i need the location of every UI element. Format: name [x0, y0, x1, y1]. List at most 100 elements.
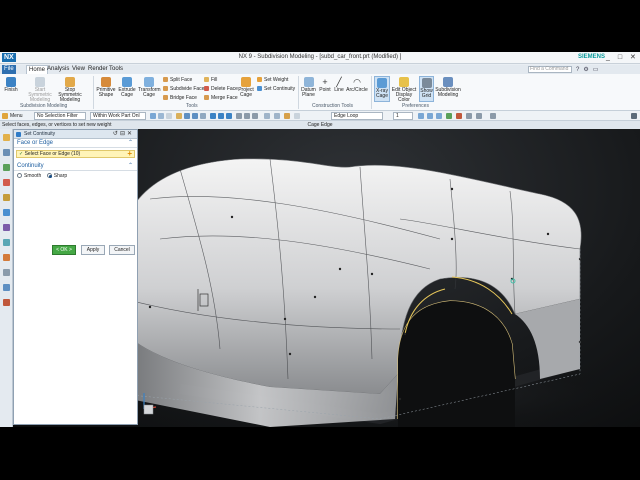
- render-style-icon[interactable]: [274, 113, 280, 119]
- undo-icon[interactable]: [456, 113, 462, 119]
- command-finder-input[interactable]: Find a Command: [528, 66, 572, 73]
- work-layer-icon[interactable]: [284, 113, 290, 119]
- toolbar-options-icon[interactable]: [631, 113, 637, 119]
- process-studio-icon[interactable]: [3, 239, 10, 246]
- tab-tools[interactable]: Tools: [107, 65, 125, 74]
- x-ray-cage-toggle[interactable]: X-ray Cage: [374, 76, 390, 102]
- set-weight-button[interactable]: Set Weight: [257, 77, 288, 83]
- dialog-close-icon[interactable]: ✕: [127, 131, 134, 137]
- face-icon[interactable]: [226, 113, 232, 119]
- cancel-button[interactable]: Cancel: [109, 245, 135, 255]
- cage-selection-dropdown[interactable]: Edge Loop: [331, 112, 383, 120]
- select-all-icon[interactable]: [158, 113, 164, 119]
- reuse-library-icon[interactable]: [3, 194, 10, 201]
- measure-icon[interactable]: [466, 113, 472, 119]
- quick-access-icons[interactable]: ?⚙▭: [576, 66, 602, 73]
- collapse-icon[interactable]: ⊟: [120, 131, 127, 137]
- add-selection-icon[interactable]: +: [127, 150, 132, 158]
- show-hide-icon[interactable]: [418, 113, 424, 119]
- start-symmetric-modeling-button[interactable]: Start Symmetric Modeling: [26, 77, 54, 103]
- tab-analysis[interactable]: Analysis: [45, 65, 71, 74]
- vertex-icon[interactable]: [210, 113, 216, 119]
- menu-icon[interactable]: [2, 113, 8, 119]
- subdivision-modeling-preferences-button[interactable]: Subdivision Modeling: [434, 77, 462, 98]
- dialog-controls[interactable]: ↺⊟✕: [113, 130, 134, 139]
- edit-object-display-color-button[interactable]: Edit Object Display Color: [390, 77, 418, 103]
- settings-icon[interactable]: ⚙: [583, 67, 592, 73]
- assembly-icon[interactable]: [3, 149, 10, 156]
- show-grid-toggle[interactable]: Show Grid: [419, 76, 434, 102]
- primitive-shape-button[interactable]: Primitive Shape: [96, 77, 116, 98]
- continuity-section-header[interactable]: Continuity ⌃: [14, 162, 137, 171]
- tab-view[interactable]: View: [70, 65, 87, 74]
- count-dropdown[interactable]: 1: [393, 112, 413, 120]
- snap-icon[interactable]: [176, 113, 182, 119]
- navigator-icon[interactable]: [3, 134, 10, 141]
- analysis-icon[interactable]: [476, 113, 482, 119]
- finish-button[interactable]: Finish: [3, 77, 19, 93]
- window-controls[interactable]: _ □ ✕: [606, 53, 639, 61]
- letterbox-top: [0, 0, 640, 52]
- x-ray-cage-icon: [377, 78, 387, 88]
- minimize-button[interactable]: _: [606, 54, 613, 61]
- face-or-edge-section-header[interactable]: Face or Edge ⌃: [14, 139, 137, 148]
- line-button[interactable]: ╱ Line: [333, 77, 345, 93]
- subdivision-preferences-icon: [443, 77, 453, 87]
- edge-icon[interactable]: [218, 113, 224, 119]
- transform-cage-button[interactable]: Transform Cage: [138, 77, 161, 98]
- roles-icon[interactable]: [3, 254, 10, 261]
- bridge-face-button[interactable]: Bridge Face: [163, 95, 197, 101]
- split-face-button[interactable]: Split Face: [163, 77, 192, 83]
- more-icon[interactable]: [490, 113, 496, 119]
- deselect-icon[interactable]: [166, 113, 172, 119]
- pick-icon[interactable]: [184, 113, 190, 119]
- stop-symmetric-modeling-button[interactable]: Stop Symmetric Modeling: [55, 77, 85, 103]
- point-button[interactable]: + Point: [318, 77, 332, 93]
- subdivide-face-button[interactable]: Subdivide Face: [163, 86, 204, 92]
- set-continuity-button[interactable]: Set Continuity: [257, 86, 295, 92]
- edge-loop-icon[interactable]: [294, 113, 300, 119]
- arc-circle-button[interactable]: ◠ Arc/Circle: [346, 77, 368, 93]
- grid-icon: [421, 78, 432, 88]
- filter-icon[interactable]: [150, 113, 156, 119]
- hd3d-tools-icon[interactable]: [3, 284, 10, 291]
- checkmark-icon: ✓: [19, 151, 24, 157]
- extrude-cage-button[interactable]: Extrude Cage: [117, 77, 137, 98]
- materials-icon[interactable]: [3, 299, 10, 306]
- apply-button[interactable]: Apply: [81, 245, 105, 255]
- orient-icon[interactable]: [244, 113, 250, 119]
- select-face-or-edge-field[interactable]: ✓ Select Face or Edge (10) +: [16, 150, 135, 158]
- fill-icon: [204, 77, 209, 83]
- menu-button[interactable]: Menu: [10, 113, 23, 119]
- transform-icon[interactable]: [427, 113, 433, 119]
- subdivide-face-icon: [163, 86, 168, 92]
- datum-plane-button[interactable]: Datum Plane: [300, 77, 317, 98]
- view-icon[interactable]: [236, 113, 242, 119]
- box-select-icon[interactable]: [192, 113, 198, 119]
- system-scenes-icon[interactable]: [3, 269, 10, 276]
- reset-icon[interactable]: ↺: [113, 131, 120, 137]
- maximize-button[interactable]: □: [618, 54, 625, 61]
- delete-face-button[interactable]: Delete Face: [204, 86, 238, 92]
- constraint-navigator-icon[interactable]: [3, 164, 10, 171]
- part-navigator-icon[interactable]: [3, 179, 10, 186]
- display-icon[interactable]: [264, 113, 270, 119]
- history-icon[interactable]: [3, 209, 10, 216]
- selection-filter-dropdown[interactable]: No Selection Filter: [34, 112, 86, 120]
- accept-icon[interactable]: [446, 113, 452, 119]
- constraint-icon[interactable]: [436, 113, 442, 119]
- merge-face-button[interactable]: Merge Face: [204, 95, 238, 101]
- restore-icon[interactable]: ▭: [593, 67, 603, 73]
- smooth-radio[interactable]: Smooth: [17, 173, 41, 179]
- project-cage-button[interactable]: Project Cage: [238, 77, 254, 98]
- layer-icon[interactable]: [252, 113, 258, 119]
- close-button[interactable]: ✕: [630, 54, 639, 61]
- selection-scope-dropdown[interactable]: Within Work Part Onl: [90, 112, 146, 120]
- sharp-radio[interactable]: Sharp: [46, 173, 67, 179]
- lasso-icon[interactable]: [200, 113, 206, 119]
- web-browser-icon[interactable]: [3, 224, 10, 231]
- tab-file[interactable]: File: [2, 65, 16, 74]
- ok-button[interactable]: < OK >: [52, 245, 76, 255]
- fill-button[interactable]: Fill: [204, 77, 217, 83]
- siemens-logo: SIEMENS: [578, 54, 606, 60]
